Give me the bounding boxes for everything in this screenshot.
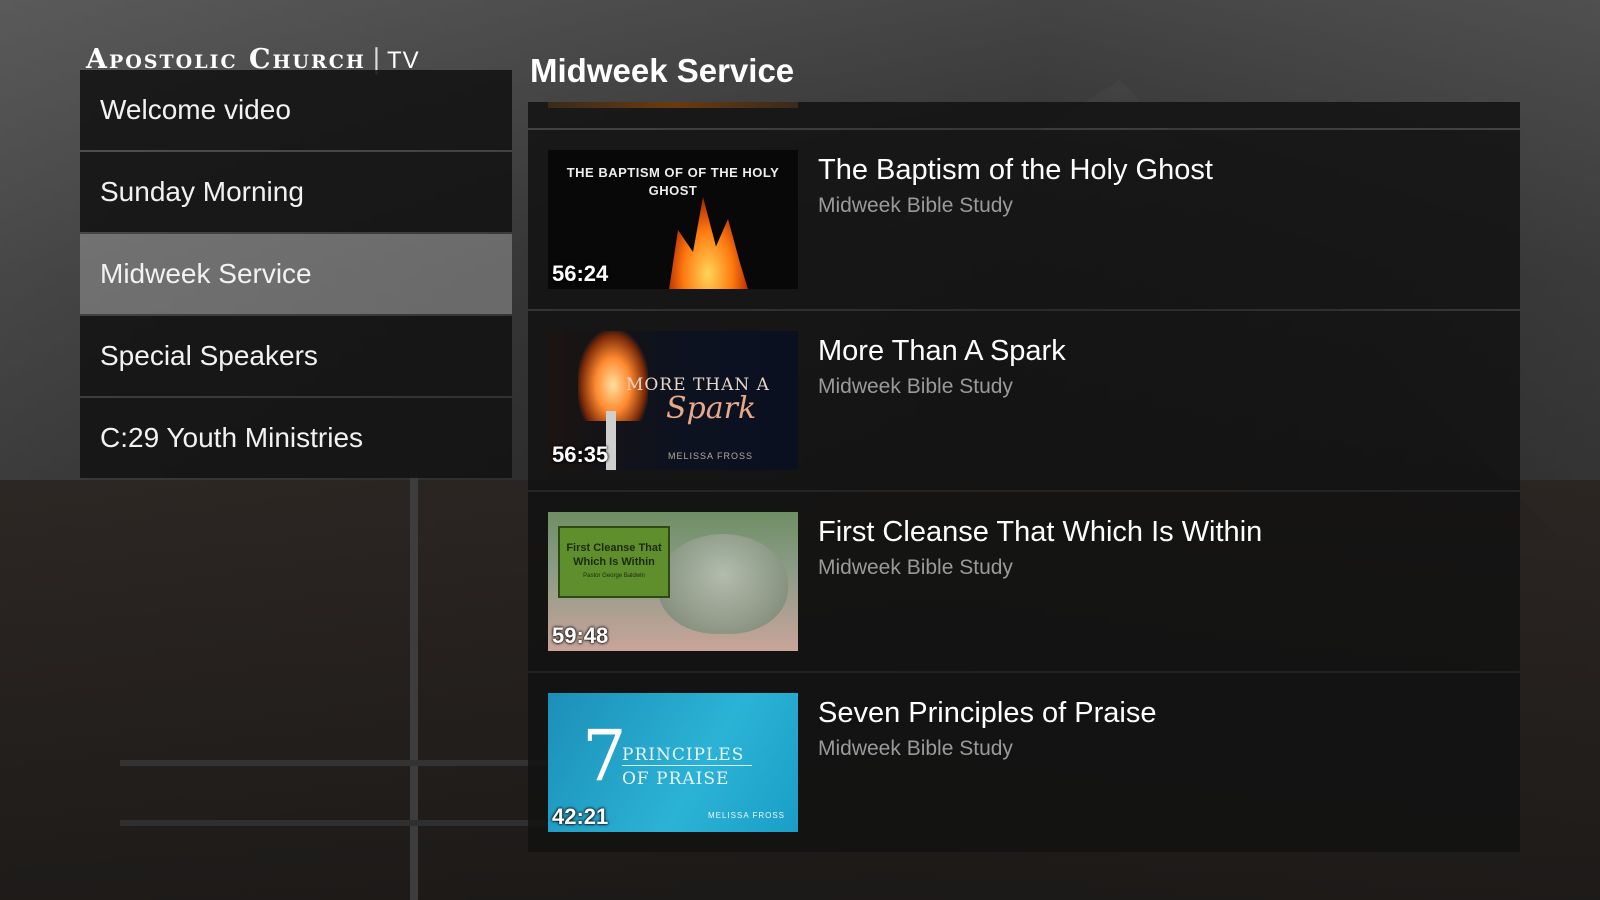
- sidebar-item-label: Midweek Service: [100, 258, 312, 289]
- fire-image: [668, 197, 750, 289]
- video-thumbnail: 7 PRINCIPLES OF PRAISE MELISSA FROSS 42:…: [548, 693, 798, 832]
- video-title: The Baptism of the Holy Ghost: [818, 154, 1213, 186]
- thumbnail-script-text: Spark: [666, 391, 757, 426]
- previous-video-row-partial[interactable]: [528, 102, 1520, 128]
- video-duration: 42:21: [552, 804, 609, 829]
- video-list[interactable]: THE BAPTISM OF OF THE HOLY GHOST 56:24 T…: [528, 102, 1520, 854]
- video-subtitle: Midweek Bible Study: [818, 556, 1013, 579]
- thumbnail-author: MELISSA FROSS: [708, 811, 786, 820]
- video-thumbnail: THE BAPTISM OF OF THE HOLY GHOST 56:24: [548, 150, 798, 289]
- video-row[interactable]: First Cleanse That Which Is Within Pasto…: [528, 492, 1520, 671]
- sidebar-item-label: Welcome video: [100, 94, 291, 125]
- video-row[interactable]: THE BAPTISM OF OF THE HOLY GHOST 56:24 T…: [528, 130, 1520, 309]
- sidebar-item-special-speakers[interactable]: Special Speakers: [80, 316, 512, 396]
- video-title: More Than A Spark: [818, 335, 1066, 367]
- video-duration: 56:24: [552, 261, 609, 286]
- sidebar-item-label: Sunday Morning: [100, 176, 304, 207]
- video-row[interactable]: MORE THAN A Spark MELISSA FROSS 56:35 Mo…: [528, 311, 1520, 490]
- video-subtitle: Midweek Bible Study: [818, 375, 1013, 398]
- thumbnail-caption: THE BAPTISM OF OF THE HOLY GHOST: [566, 165, 780, 198]
- video-thumbnail: First Cleanse That Which Is Within Pasto…: [548, 512, 798, 651]
- video-duration: 56:35: [552, 442, 609, 467]
- video-title: Seven Principles of Praise: [818, 697, 1157, 729]
- thumbnail-author: MELISSA FROSS: [668, 451, 754, 461]
- previous-video-thumbnail-partial: [548, 102, 798, 108]
- video-subtitle: Midweek Bible Study: [818, 737, 1013, 760]
- sidebar-item-welcome-video[interactable]: Welcome video: [80, 70, 512, 150]
- video-duration: 59:48: [552, 623, 609, 648]
- category-sidebar: Welcome video Sunday Morning Midweek Ser…: [80, 70, 512, 480]
- thumbnail-caption: First Cleanse That Which Is Within: [566, 542, 662, 568]
- video-thumbnail: MORE THAN A Spark MELISSA FROSS 56:35: [548, 331, 798, 470]
- sidebar-item-sunday-morning[interactable]: Sunday Morning: [80, 152, 512, 232]
- sidebar-item-label: Special Speakers: [100, 340, 318, 371]
- background-pole: [410, 470, 418, 900]
- thumbnail-line-1: PRINCIPLES: [622, 745, 745, 765]
- thumbnail-line-2: OF PRAISE: [622, 769, 730, 789]
- section-title: Midweek Service: [530, 52, 795, 89]
- thumbnail-divider: [622, 765, 752, 766]
- bowl-image: [658, 534, 788, 634]
- video-title: First Cleanse That Which Is Within: [818, 516, 1263, 548]
- thumbnail-title-box: First Cleanse That Which Is Within Pasto…: [558, 526, 670, 598]
- video-subtitle: Midweek Bible Study: [818, 194, 1013, 217]
- video-row[interactable]: 7 PRINCIPLES OF PRAISE MELISSA FROSS 42:…: [528, 673, 1520, 852]
- thumbnail-author: Pastor George Baldwin: [583, 573, 645, 579]
- sidebar-item-label: C:29 Youth Ministries: [100, 422, 364, 453]
- thumbnail-number: 7: [582, 715, 627, 797]
- sidebar-item-midweek-service[interactable]: Midweek Service: [80, 234, 512, 314]
- sidebar-item-youth-ministries[interactable]: C:29 Youth Ministries: [80, 398, 512, 478]
